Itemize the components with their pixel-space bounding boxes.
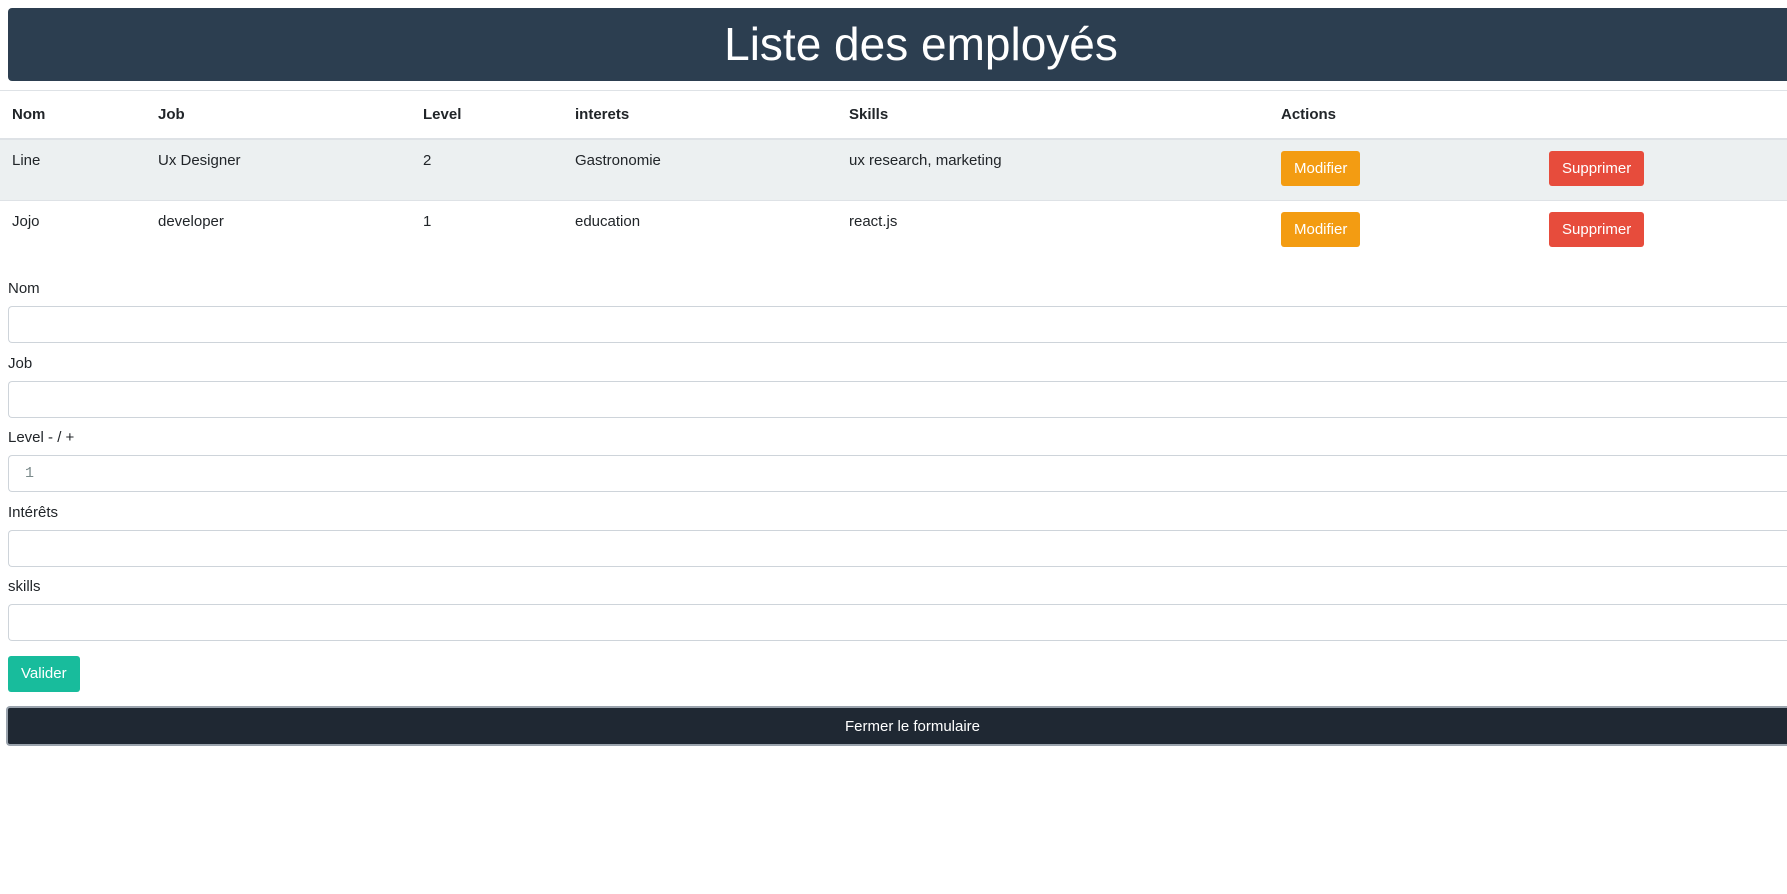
page-header: Liste des employés (8, 8, 1787, 81)
nom-label: Nom (8, 280, 40, 297)
cell-delete: Supprimer (1537, 199, 1787, 261)
job-input[interactable] (8, 380, 1787, 418)
edit-button[interactable]: Modifier (1281, 151, 1361, 186)
interets-input[interactable] (8, 529, 1787, 567)
cell-job: Ux Designer (146, 138, 411, 200)
level-label: Level - / + (8, 429, 75, 446)
cell-edit: Modifier (1269, 199, 1537, 261)
level-stepper[interactable] (8, 455, 1787, 492)
column-header-level: Level (411, 91, 563, 140)
edit-button[interactable]: Modifier (1281, 211, 1361, 247)
column-header-job: Job (146, 91, 411, 140)
nom-input[interactable] (8, 306, 1787, 343)
cell-edit: Modifier (1269, 138, 1537, 200)
close-form-button[interactable]: Fermer le formulaire (6, 706, 1787, 746)
employees-table: Nom Job Level interets Skills Actions Li… (0, 91, 1787, 261)
form-group-level: Level - / + (8, 421, 1787, 496)
table-header-row: Nom Job Level interets Skills Actions (0, 91, 1787, 140)
job-label: Job (8, 354, 33, 372)
cell-delete: Supprimer (1537, 138, 1787, 200)
page: Liste des employés Nom Job Level interet… (0, 0, 1787, 894)
page-title: Liste des employés (724, 18, 1118, 70)
skills-input[interactable] (8, 604, 1787, 641)
table-row: Line Ux Designer 2 Gastronomie ux resear… (0, 138, 1787, 200)
form-actions: Valider (8, 656, 80, 692)
delete-button[interactable]: Supprimer (1549, 151, 1645, 186)
column-header-nom: Nom (0, 91, 146, 140)
form-group-interets: Intérêts (8, 496, 1787, 571)
employee-form: Nom Job Level - / + Intérêts skills Vali… (8, 272, 1787, 692)
cell-job: developer (146, 199, 411, 261)
cell-skills: react.js (837, 199, 1269, 261)
cell-nom: Jojo (0, 199, 146, 261)
cell-skills: ux research, marketing (837, 138, 1269, 200)
form-group-nom: Nom (8, 272, 1787, 347)
column-header-actions: Actions (1269, 91, 1787, 140)
cell-nom: Line (0, 138, 146, 200)
column-header-interets: interets (563, 91, 837, 140)
cell-interets: education (563, 199, 837, 261)
delete-button[interactable]: Supprimer (1549, 211, 1645, 247)
submit-button[interactable]: Valider (8, 656, 80, 692)
cell-interets: Gastronomie (563, 138, 837, 200)
table-row: Jojo developer 1 education react.js Modi… (0, 199, 1787, 261)
cell-level: 1 (411, 199, 563, 261)
cell-level: 2 (411, 138, 563, 200)
skills-label: skills (8, 578, 41, 595)
interets-label: Intérêts (8, 503, 59, 521)
form-group-job: Job (8, 347, 1787, 422)
column-header-skills: Skills (837, 91, 1269, 140)
form-group-skills: skills (8, 570, 1787, 645)
